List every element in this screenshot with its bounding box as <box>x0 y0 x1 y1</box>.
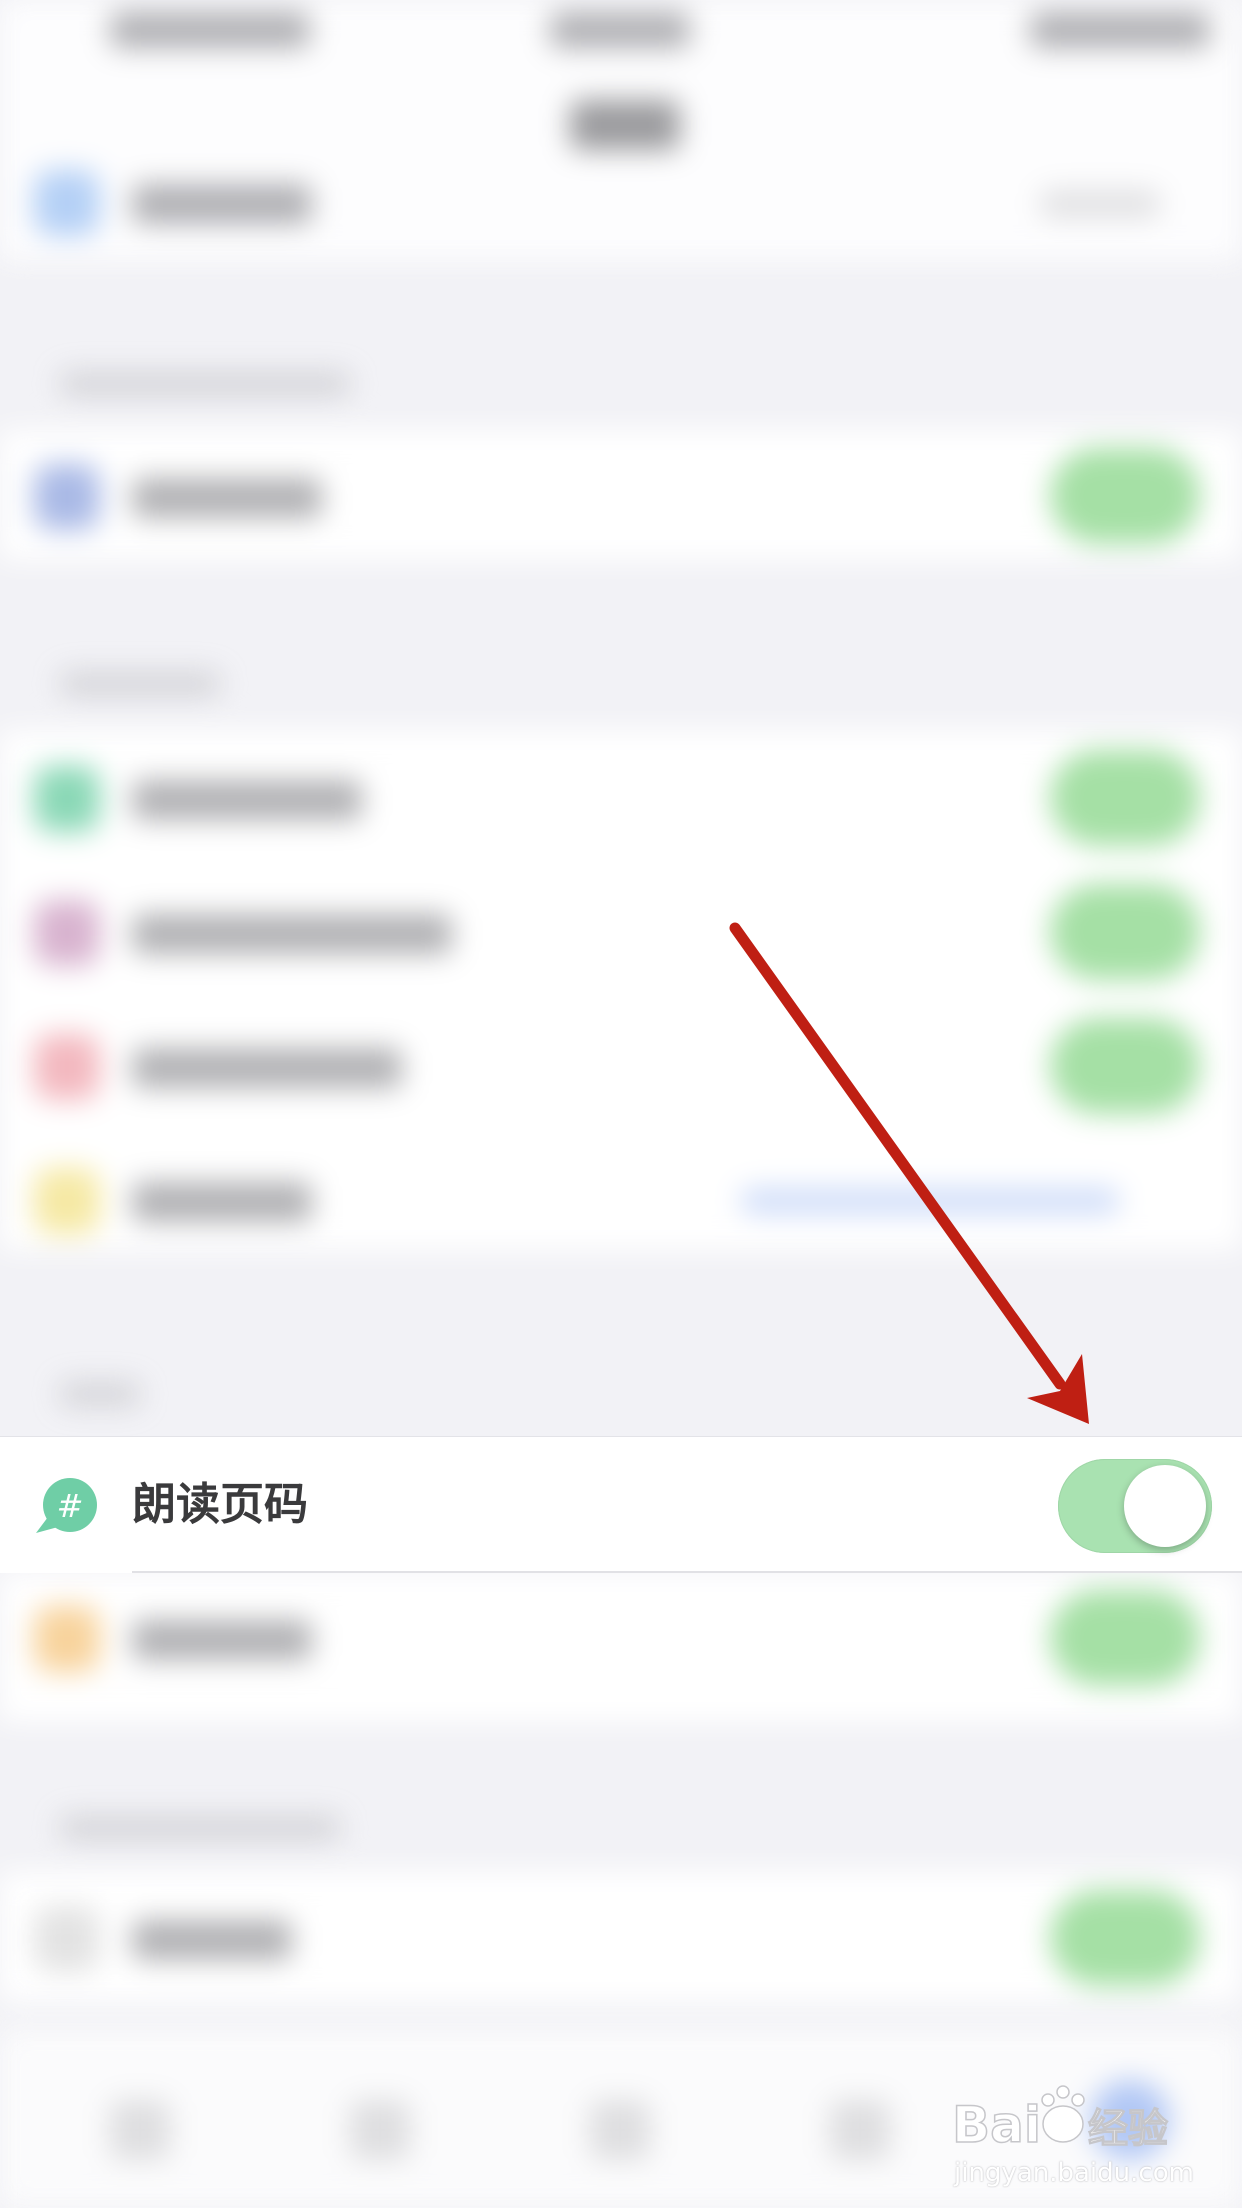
svg-text:Bai: Bai <box>952 2096 1041 2154</box>
read-page-number-row[interactable]: # 朗读页码 <box>0 1436 1242 1573</box>
svg-text:#: # <box>57 1487 84 1525</box>
baidu-jingyan-watermark: Bai 经验 jingyan.baidu.com <box>950 2070 1194 2190</box>
row-divider <box>132 1571 1242 1573</box>
hash-speech-bubble-icon: # <box>34 1477 100 1537</box>
read-page-number-toggle[interactable] <box>1058 1459 1212 1553</box>
watermark-url: jingyan.baidu.com <box>954 2158 1194 2188</box>
svg-text:经验: 经验 <box>1088 2106 1168 2152</box>
read-page-number-label: 朗读页码 <box>132 1479 308 1530</box>
blurred-background-settings <box>0 0 1242 2208</box>
baidu-logo-icon: Bai 经验 <box>951 2085 1169 2155</box>
toggle-knob <box>1124 1465 1206 1547</box>
